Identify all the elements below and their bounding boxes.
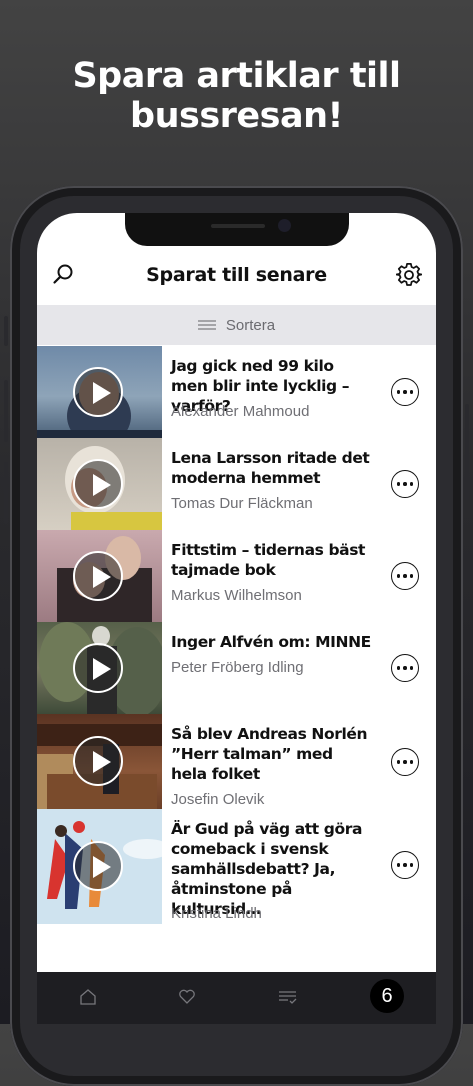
volume-down-button — [4, 462, 8, 524]
article-thumbnail — [37, 346, 162, 438]
sort-label: Sortera — [225, 316, 276, 334]
article-title: Inger Alfvén om: MINNE — [171, 633, 371, 651]
article-title: Är Gud på väg att göra comeback i svensk… — [171, 820, 363, 918]
sort-icon — [197, 320, 216, 330]
article-author: Markus Wilhelmson — [171, 587, 302, 604]
article-thumbnail — [37, 438, 162, 530]
article-thumbnail — [37, 530, 162, 622]
play-icon[interactable] — [73, 551, 123, 601]
more-options-button[interactable] — [391, 378, 419, 406]
play-icon[interactable] — [73, 367, 123, 417]
article-title: Så blev Andreas Norlén ”Herr talman” med… — [171, 725, 368, 783]
tab-reading-list[interactable] — [266, 984, 306, 1024]
saved-count-badge[interactable]: 6 — [370, 979, 404, 1013]
play-icon[interactable] — [73, 841, 123, 891]
home-icon — [80, 989, 96, 1005]
more-options-button[interactable] — [391, 562, 419, 590]
tab-favorites[interactable] — [166, 984, 206, 1024]
more-options-button[interactable] — [391, 654, 419, 682]
article-thumbnail — [37, 809, 162, 924]
promo-line-2: bussresan! — [130, 96, 343, 136]
volume-up-button — [4, 380, 8, 442]
article-item[interactable]: Jag gick ned 99 kilo men blir inte lyckl… — [37, 346, 436, 438]
article-author: Tomas Dur Fläckman — [171, 495, 313, 512]
app-header: Sparat till senare — [37, 248, 436, 305]
heart-icon — [179, 989, 195, 1004]
tab-bar: 6 — [37, 972, 436, 1024]
article-item[interactable]: Fittstim – tidernas bäst tajmade bok Mar… — [37, 530, 436, 622]
article-author: Josefin Olevik — [171, 791, 265, 808]
article-item[interactable]: Så blev Andreas Norlén ”Herr talman” med… — [37, 714, 436, 809]
mute-switch — [4, 316, 8, 346]
promo-line-1: Spara artiklar till — [72, 56, 401, 96]
play-icon[interactable] — [73, 736, 123, 786]
article-title: Fittstim – tidernas bäst tajmade bok — [171, 541, 366, 579]
play-icon[interactable] — [73, 459, 123, 509]
article-thumbnail — [37, 622, 162, 714]
more-options-button[interactable] — [391, 851, 419, 879]
power-button — [465, 404, 469, 500]
app-screen: Sparat till senare Sortera Jag gick ned … — [37, 213, 436, 1024]
article-author: Peter Fröberg Idling — [171, 659, 304, 676]
promo-headline: Spara artiklar till bussresan! — [0, 56, 473, 136]
sort-button[interactable]: Sortera — [37, 305, 436, 345]
article-thumbnail — [37, 714, 162, 809]
article-title: Lena Larsson ritade det moderna hemmet — [171, 449, 370, 487]
more-options-button[interactable] — [391, 748, 419, 776]
gear-icon[interactable] — [396, 262, 422, 288]
page-title: Sparat till senare — [146, 264, 327, 286]
speaker — [211, 224, 265, 228]
article-item[interactable]: Lena Larsson ritade det moderna hemmet T… — [37, 438, 436, 530]
article-item[interactable]: Är Gud på väg att göra comeback i svensk… — [37, 809, 436, 924]
play-icon[interactable] — [73, 643, 123, 693]
front-camera — [278, 219, 291, 232]
article-item[interactable]: Inger Alfvén om: MINNE Peter Fröberg Idl… — [37, 622, 436, 714]
tab-home[interactable] — [67, 984, 107, 1024]
list-check-icon — [279, 991, 297, 1004]
more-options-button[interactable] — [391, 470, 419, 498]
article-author: Alexander Mahmoud — [171, 403, 310, 420]
notch — [125, 213, 349, 246]
article-author: Kristina Lindh — [171, 905, 262, 922]
